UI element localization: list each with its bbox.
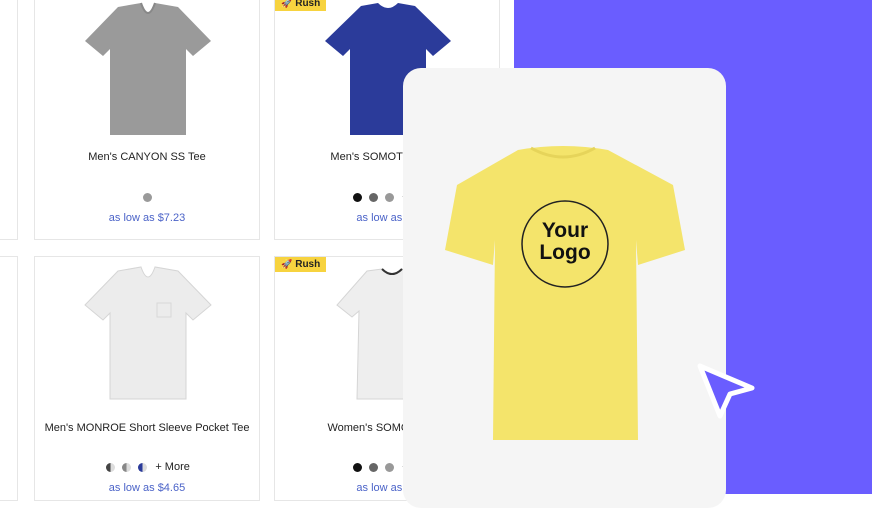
swatch-black[interactable] (353, 462, 362, 472)
product-title[interactable]: Men's MONROE Short Sleeve Pocket Tee (35, 422, 259, 434)
more-colors-link[interactable]: + More (155, 461, 190, 473)
swatch-grey[interactable] (142, 192, 152, 202)
swatch-charcoal[interactable] (369, 462, 379, 472)
color-swatches (35, 191, 259, 203)
product-card-partial[interactable] (0, 256, 18, 501)
white-pocket-tee-image (84, 266, 212, 400)
swatch-grey[interactable] (385, 192, 395, 202)
swatch-half-grey[interactable] (122, 462, 132, 472)
product-card[interactable]: Men's CANYON SS Tee as low as $7.23 (34, 0, 260, 240)
swatch-half-navy[interactable] (138, 462, 148, 472)
product-card[interactable]: Men's MONROE Short Sleeve Pocket Tee + M… (34, 256, 260, 501)
product-card-partial[interactable] (0, 0, 18, 240)
logo-placeholder-text: Your Logo (539, 219, 591, 264)
product-title[interactable]: Men's CANYON SS Tee (35, 151, 259, 163)
rush-badge: 🚀 Rush (275, 0, 327, 11)
grey-vneck-tee-image (85, 2, 211, 135)
pointer-cursor-icon (697, 363, 755, 419)
rocket-icon: 🚀 (281, 0, 293, 8)
swatch-grey[interactable] (385, 462, 395, 472)
yellow-tee-with-logo-image (445, 146, 685, 440)
swatch-black[interactable] (353, 192, 362, 202)
swatch-half-dark[interactable] (106, 462, 116, 472)
rocket-icon: 🚀 (281, 259, 293, 269)
product-price: as low as $7.23 (108, 212, 186, 224)
color-swatches: + More (35, 461, 259, 473)
custom-logo-preview-card: Your Logo (403, 68, 726, 508)
product-price: as low as $4.65 (108, 482, 186, 494)
rush-badge: 🚀 Rush (275, 257, 327, 272)
swatch-charcoal[interactable] (369, 192, 379, 202)
